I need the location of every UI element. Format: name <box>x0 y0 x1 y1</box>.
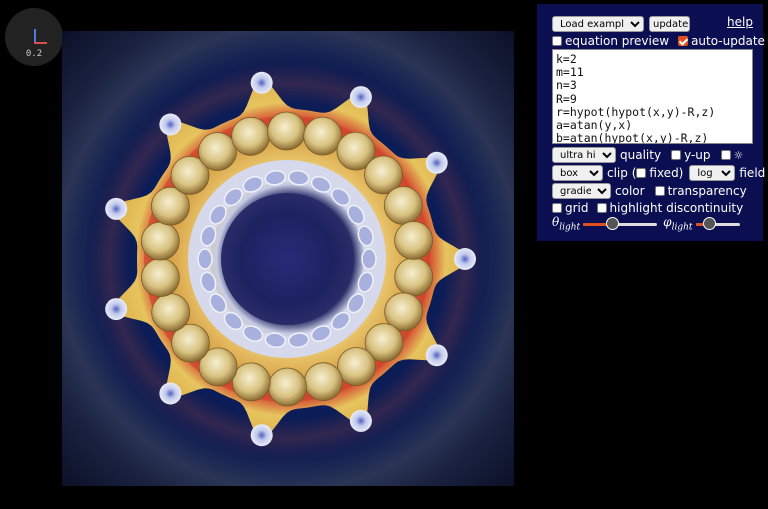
help-link[interactable]: help <box>727 15 753 29</box>
theta-light-label: θlight <box>552 215 581 233</box>
center-hole <box>221 193 353 325</box>
auto-update-label: auto-update <box>691 34 765 48</box>
outer-bulb <box>337 347 376 386</box>
lobe-tip <box>425 344 448 367</box>
lobe-tip <box>250 424 273 447</box>
outer-bulb <box>383 186 423 225</box>
lobe-tip <box>349 86 372 109</box>
equation-editor[interactable]: k=2 m=11 n=3 R=9 r=hypot(hypot(x,y)-R,z)… <box>552 49 753 144</box>
field-scale-select[interactable]: log <box>689 165 736 181</box>
color-label: color <box>615 184 645 198</box>
theta-slider-knob[interactable] <box>605 216 619 230</box>
outer-bulb <box>394 221 433 260</box>
y-up-label: y-up <box>684 148 711 162</box>
phi-light-label: φlight <box>663 215 693 233</box>
auto-update-checkbox[interactable] <box>678 36 689 46</box>
clip-select[interactable]: box <box>552 165 603 181</box>
control-panel: Load example... update help equation pre… <box>537 4 766 241</box>
highlight-discontinuity-checkbox[interactable] <box>596 203 607 213</box>
outer-bulb <box>267 111 307 151</box>
inner-bead <box>197 248 213 270</box>
lobe-tip <box>159 382 182 405</box>
lobe-tip <box>159 113 182 136</box>
outer-bulb <box>304 362 343 402</box>
sun-icon: ☼ <box>733 148 744 162</box>
color-mode-select[interactable]: gradient <box>552 183 611 199</box>
light-toggle-checkbox[interactable] <box>720 150 731 160</box>
outer-bulb <box>198 132 237 171</box>
lobe-tip <box>105 298 128 321</box>
outer-bulb <box>231 362 271 402</box>
equation-preview-checkbox[interactable] <box>552 36 562 46</box>
zoom-readout: 0.2 <box>25 49 43 59</box>
outer-bulb <box>140 221 180 261</box>
y-axis-indicator <box>34 29 36 43</box>
outer-bulb <box>231 116 270 156</box>
outer-bulb <box>140 258 180 298</box>
phi-slider-knob[interactable] <box>703 216 717 230</box>
update-button[interactable]: update <box>649 16 690 32</box>
axis-orientation-widget[interactable]: 0.2 <box>5 8 63 66</box>
render-viewport[interactable] <box>62 31 514 486</box>
theta-light-slider[interactable] <box>583 216 658 231</box>
quality-label: quality <box>620 148 662 162</box>
implicit-surface-render <box>105 71 476 447</box>
grid-label: grid <box>565 201 589 215</box>
inner-bead <box>361 248 377 270</box>
field-label: field <box>739 166 766 180</box>
lobe-tip <box>250 71 273 94</box>
lobe-tip <box>425 151 448 174</box>
lobe-tip <box>349 409 372 432</box>
phi-light-slider[interactable] <box>695 216 740 231</box>
highlight-discontinuity-label: highlight discontinuity <box>609 201 744 215</box>
quality-select[interactable]: ultra high <box>552 147 616 163</box>
transparency-label: transparency <box>667 184 747 198</box>
outer-bulb <box>267 367 307 407</box>
clip-label: clip ( <box>607 166 637 180</box>
outer-bulb <box>303 116 343 156</box>
equation-preview-label: equation preview <box>565 34 670 48</box>
lobe-tip <box>105 197 128 220</box>
clip-fixed-label: fixed) <box>649 166 684 180</box>
outer-bulb <box>394 257 434 297</box>
lobe-tip <box>454 248 476 270</box>
load-example-select[interactable]: Load example... <box>552 16 644 32</box>
y-up-checkbox[interactable] <box>671 150 682 160</box>
grid-checkbox[interactable] <box>552 203 562 213</box>
transparency-checkbox[interactable] <box>654 186 665 196</box>
clip-fixed-checkbox[interactable] <box>636 168 647 178</box>
outer-bulb <box>151 293 191 332</box>
x-axis-indicator <box>34 42 47 44</box>
